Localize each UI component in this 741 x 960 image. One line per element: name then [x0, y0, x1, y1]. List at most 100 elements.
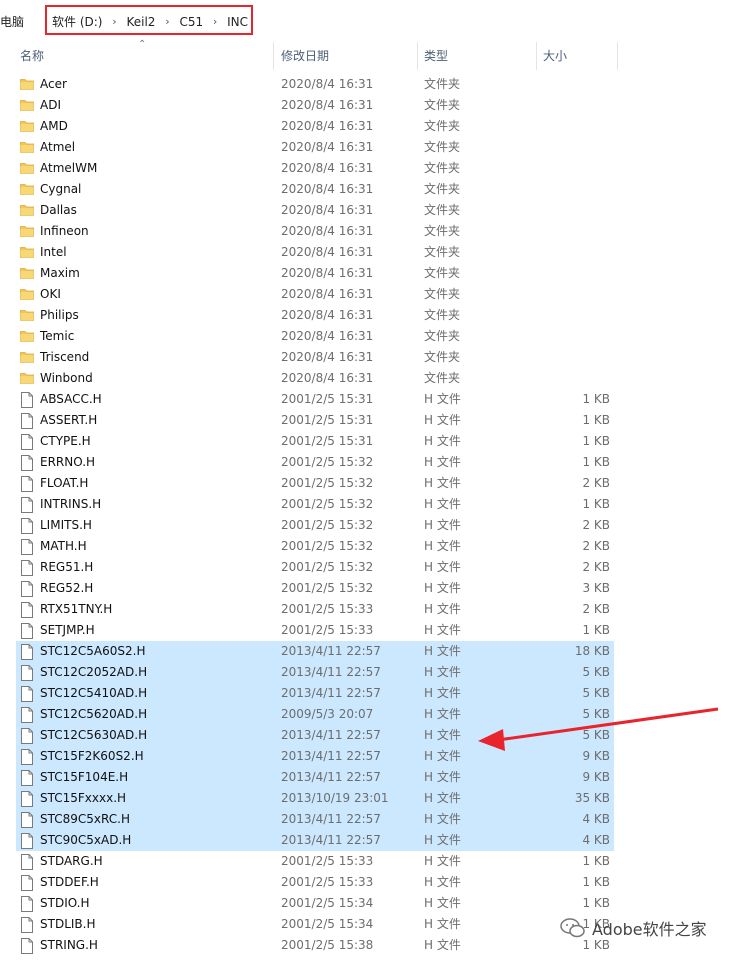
- chevron-right-icon[interactable]: ›: [161, 15, 173, 28]
- file-date: 2020/8/4 16:31: [281, 350, 374, 364]
- file-type: H 文件: [424, 539, 461, 553]
- file-date: 2001/2/5 15:32: [281, 581, 374, 595]
- file-row[interactable]: STDIO.H 2001/2/5 15:34 H 文件 1 KB: [0, 893, 741, 914]
- folder-row[interactable]: OKI 2020/8/4 16:31 文件夹: [0, 284, 741, 305]
- file-icon: [20, 434, 34, 450]
- file-type: H 文件: [424, 602, 461, 616]
- file-row[interactable]: STC89C5xRC.H 2013/4/11 22:57 H 文件 4 KB: [0, 809, 741, 830]
- file-type: H 文件: [424, 434, 461, 448]
- file-row[interactable]: CTYPE.H 2001/2/5 15:31 H 文件 1 KB: [0, 431, 741, 452]
- file-row[interactable]: STC90C5xAD.H 2013/4/11 22:57 H 文件 4 KB: [0, 830, 741, 851]
- file-type: H 文件: [424, 455, 461, 469]
- breadcrumb-item-keil2[interactable]: Keil2: [126, 15, 155, 29]
- folder-row[interactable]: ADI 2020/8/4 16:31 文件夹: [0, 95, 741, 116]
- file-type: H 文件: [424, 581, 461, 595]
- file-type: H 文件: [424, 770, 461, 784]
- file-icon: [20, 749, 34, 765]
- breadcrumb-item-inc[interactable]: INC: [227, 15, 248, 29]
- file-icon: [20, 728, 34, 744]
- folder-row[interactable]: Philips 2020/8/4 16:31 文件夹: [0, 305, 741, 326]
- file-name: Temic: [40, 329, 75, 343]
- file-size: 1 KB: [582, 392, 610, 406]
- file-icon: [20, 833, 34, 849]
- file-date: 2013/4/11 22:57: [281, 665, 381, 679]
- folder-row[interactable]: Infineon 2020/8/4 16:31 文件夹: [0, 221, 741, 242]
- column-divider[interactable]: [417, 42, 418, 70]
- folder-row[interactable]: Atmel 2020/8/4 16:31 文件夹: [0, 137, 741, 158]
- file-row[interactable]: STC15F2K60S2.H 2013/4/11 22:57 H 文件 9 KB: [0, 746, 741, 767]
- file-type: H 文件: [424, 560, 461, 574]
- folder-icon: [20, 140, 34, 155]
- file-row[interactable]: ASSERT.H 2001/2/5 15:31 H 文件 1 KB: [0, 410, 741, 431]
- file-type: H 文件: [424, 917, 461, 931]
- column-divider[interactable]: [273, 42, 274, 70]
- chevron-right-icon[interactable]: ›: [209, 15, 221, 28]
- folder-row[interactable]: Triscend 2020/8/4 16:31 文件夹: [0, 347, 741, 368]
- file-name: STC15F2K60S2.H: [40, 749, 144, 763]
- file-row[interactable]: STC12C5A60S2.H 2013/4/11 22:57 H 文件 18 KB: [0, 641, 741, 662]
- file-type: H 文件: [424, 686, 461, 700]
- folder-row[interactable]: Temic 2020/8/4 16:31 文件夹: [0, 326, 741, 347]
- file-row[interactable]: STDDEF.H 2001/2/5 15:33 H 文件 1 KB: [0, 872, 741, 893]
- file-row[interactable]: ABSACC.H 2001/2/5 15:31 H 文件 1 KB: [0, 389, 741, 410]
- breadcrumb-item-drive[interactable]: 软件 (D:): [52, 13, 102, 30]
- column-header-date[interactable]: 修改日期: [281, 42, 329, 70]
- file-date: 2013/4/11 22:57: [281, 644, 381, 658]
- file-size: 1 KB: [582, 497, 610, 511]
- file-row[interactable]: STC15Fxxxx.H 2013/10/19 23:01 H 文件 35 KB: [0, 788, 741, 809]
- file-date: 2020/8/4 16:31: [281, 119, 374, 133]
- breadcrumb-item-c51[interactable]: C51: [179, 15, 203, 29]
- file-row[interactable]: STC12C5620AD.H 2009/5/3 20:07 H 文件 5 KB: [0, 704, 741, 725]
- file-type: H 文件: [424, 665, 461, 679]
- file-date: 2001/2/5 15:32: [281, 455, 374, 469]
- file-row[interactable]: RTX51TNY.H 2001/2/5 15:33 H 文件 2 KB: [0, 599, 741, 620]
- file-row[interactable]: INTRINS.H 2001/2/5 15:32 H 文件 1 KB: [0, 494, 741, 515]
- file-row[interactable]: STDARG.H 2001/2/5 15:33 H 文件 1 KB: [0, 851, 741, 872]
- address-bar[interactable]: 电脑 软件 (D:) › Keil2 › C51 › INC: [0, 0, 741, 40]
- folder-row[interactable]: Cygnal 2020/8/4 16:31 文件夹: [0, 179, 741, 200]
- folder-row[interactable]: Acer 2020/8/4 16:31 文件夹: [0, 74, 741, 95]
- column-header-type[interactable]: 类型: [424, 42, 448, 70]
- folder-row[interactable]: Winbond 2020/8/4 16:31 文件夹: [0, 368, 741, 389]
- file-row[interactable]: SETJMP.H 2001/2/5 15:33 H 文件 1 KB: [0, 620, 741, 641]
- file-type: 文件夹: [424, 77, 461, 91]
- file-icon: [20, 665, 34, 681]
- file-date: 2001/2/5 15:32: [281, 497, 374, 511]
- file-row[interactable]: STC12C5630AD.H 2013/4/11 22:57 H 文件 5 KB: [0, 725, 741, 746]
- file-size: 9 KB: [582, 770, 610, 784]
- file-size: 35 KB: [574, 791, 610, 805]
- file-row[interactable]: STC15F104E.H 2013/4/11 22:57 H 文件 9 KB: [0, 767, 741, 788]
- file-type: 文件夹: [424, 308, 461, 322]
- file-name: INTRINS.H: [40, 497, 102, 511]
- column-divider[interactable]: [536, 42, 537, 70]
- column-header-size[interactable]: 大小: [543, 42, 567, 70]
- folder-row[interactable]: Maxim 2020/8/4 16:31 文件夹: [0, 263, 741, 284]
- column-divider[interactable]: [617, 42, 618, 70]
- breadcrumb-root[interactable]: 电脑: [0, 13, 24, 30]
- folder-row[interactable]: AtmelWM 2020/8/4 16:31 文件夹: [0, 158, 741, 179]
- file-type: H 文件: [424, 623, 461, 637]
- file-row[interactable]: MATH.H 2001/2/5 15:32 H 文件 2 KB: [0, 536, 741, 557]
- file-date: 2001/2/5 15:32: [281, 518, 374, 532]
- folder-icon: [20, 161, 34, 176]
- file-name: Dallas: [40, 203, 77, 217]
- file-icon: [20, 581, 34, 597]
- file-row[interactable]: STC12C2052AD.H 2013/4/11 22:57 H 文件 5 KB: [0, 662, 741, 683]
- file-row[interactable]: LIMITS.H 2001/2/5 15:32 H 文件 2 KB: [0, 515, 741, 536]
- file-row[interactable]: FLOAT.H 2001/2/5 15:32 H 文件 2 KB: [0, 473, 741, 494]
- file-row[interactable]: REG52.H 2001/2/5 15:32 H 文件 3 KB: [0, 578, 741, 599]
- chevron-right-icon[interactable]: ›: [108, 15, 120, 28]
- folder-row[interactable]: Dallas 2020/8/4 16:31 文件夹: [0, 200, 741, 221]
- file-date: 2020/8/4 16:31: [281, 287, 374, 301]
- file-date: 2020/8/4 16:31: [281, 140, 374, 154]
- file-icon: [20, 686, 34, 702]
- folder-row[interactable]: Intel 2020/8/4 16:31 文件夹: [0, 242, 741, 263]
- column-header-name[interactable]: 名称: [20, 42, 44, 70]
- file-name: Maxim: [40, 266, 80, 280]
- folder-row[interactable]: AMD 2020/8/4 16:31 文件夹: [0, 116, 741, 137]
- file-type: H 文件: [424, 896, 461, 910]
- file-row[interactable]: ERRNO.H 2001/2/5 15:32 H 文件 1 KB: [0, 452, 741, 473]
- file-row[interactable]: REG51.H 2001/2/5 15:32 H 文件 2 KB: [0, 557, 741, 578]
- file-row[interactable]: STC12C5410AD.H 2013/4/11 22:57 H 文件 5 KB: [0, 683, 741, 704]
- file-type: 文件夹: [424, 266, 461, 280]
